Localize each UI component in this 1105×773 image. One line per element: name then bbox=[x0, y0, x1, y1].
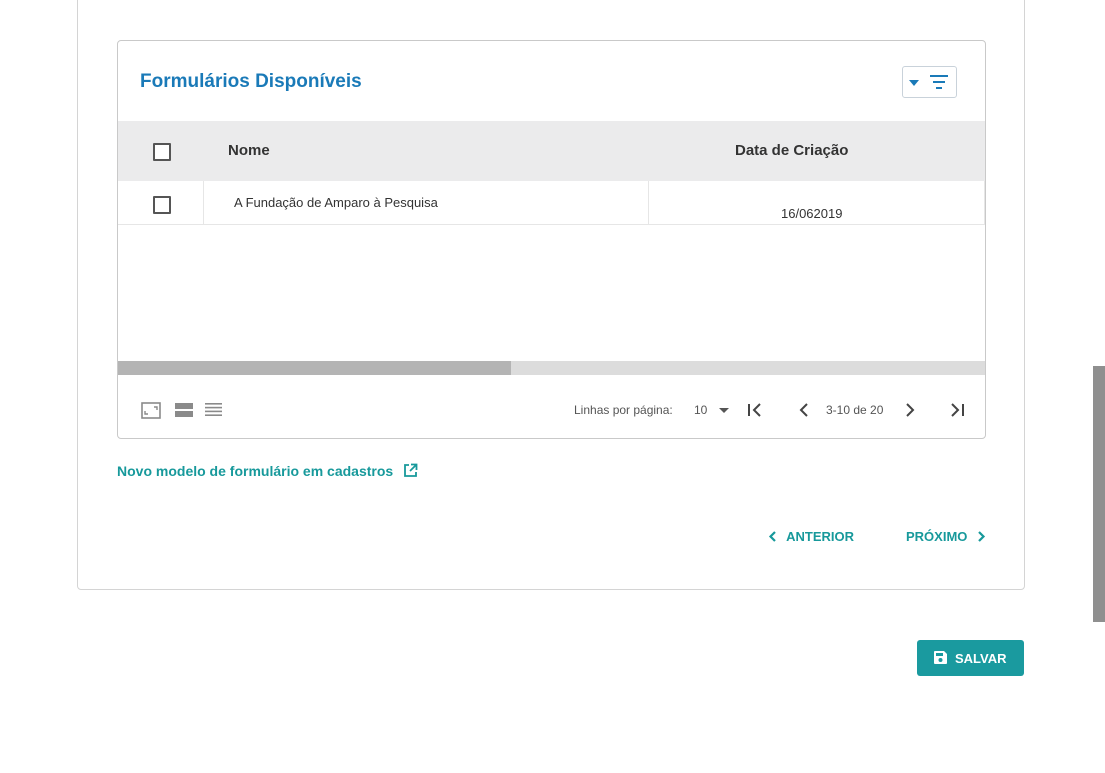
filter-button[interactable] bbox=[902, 66, 957, 98]
row-date: 16/062019 bbox=[781, 206, 843, 221]
caret-down-icon bbox=[718, 408, 729, 414]
previous-button-label: ANTERIOR bbox=[786, 529, 855, 544]
row-name: A Fundação de Amparo à Pesquisa bbox=[234, 195, 438, 210]
select-all-checkbox[interactable] bbox=[153, 143, 171, 161]
column-header-name[interactable]: Nome bbox=[228, 142, 270, 159]
chevron-right-icon bbox=[978, 531, 986, 542]
density-comfortable-icon[interactable] bbox=[175, 402, 193, 417]
next-page-icon[interactable] bbox=[904, 401, 916, 419]
column-divider bbox=[203, 181, 204, 224]
forms-table-card: Formulários Disponíveis Nome Data de Cri… bbox=[117, 40, 986, 439]
previous-page-icon[interactable] bbox=[798, 401, 810, 419]
table-header: Nome Data de Criação bbox=[118, 121, 985, 181]
next-button-label: PRÓXIMO bbox=[906, 529, 968, 544]
new-form-model-link-label: Novo modelo de formulário em cadastros bbox=[117, 463, 394, 479]
previous-button[interactable]: ANTERIOR bbox=[768, 529, 854, 544]
table-row[interactable]: A Fundação de Amparo à Pesquisa 16/06201… bbox=[118, 181, 985, 225]
density-compact-icon[interactable] bbox=[205, 402, 222, 417]
save-button-label: SALVAR bbox=[955, 651, 1007, 666]
column-header-date[interactable]: Data de Criação bbox=[735, 142, 848, 159]
pagination-range: 3-10 de 20 bbox=[826, 403, 884, 417]
column-divider bbox=[984, 181, 985, 224]
new-form-model-link[interactable]: Novo modelo de formulário em cadastros bbox=[117, 463, 418, 479]
fullscreen-icon[interactable] bbox=[141, 402, 161, 419]
caret-down-icon bbox=[909, 80, 919, 86]
external-link-icon bbox=[404, 463, 418, 477]
first-page-icon[interactable] bbox=[747, 401, 763, 419]
column-divider bbox=[648, 181, 649, 224]
chevron-left-icon bbox=[768, 531, 776, 542]
horizontal-scrollbar[interactable] bbox=[118, 361, 985, 375]
save-icon bbox=[934, 651, 947, 664]
page-scrollbar-thumb[interactable] bbox=[1093, 366, 1105, 622]
card-title: Formulários Disponíveis bbox=[140, 71, 362, 92]
row-checkbox[interactable] bbox=[153, 196, 171, 214]
horizontal-scrollbar-thumb[interactable] bbox=[118, 361, 511, 375]
save-button[interactable]: SALVAR bbox=[917, 640, 1024, 676]
rows-per-page-value: 10 bbox=[694, 403, 708, 417]
last-page-icon[interactable] bbox=[949, 401, 965, 419]
next-button[interactable]: PRÓXIMO bbox=[906, 529, 986, 544]
rows-per-page-select[interactable]: 10 bbox=[694, 403, 729, 417]
rows-per-page-label: Linhas por página: bbox=[574, 403, 673, 417]
filter-icon bbox=[930, 75, 948, 89]
